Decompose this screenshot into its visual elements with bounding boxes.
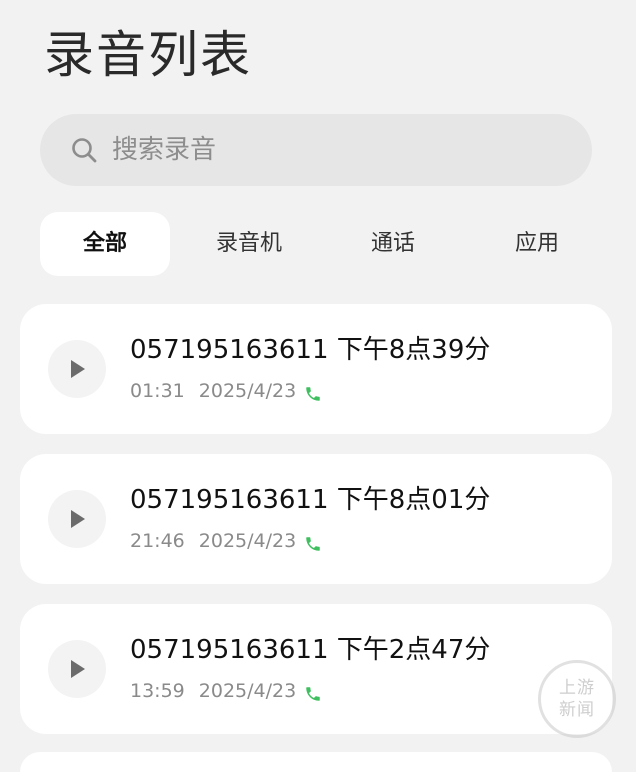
watermark-logo: 上游 新闻 xyxy=(538,660,616,738)
phone-icon xyxy=(304,682,322,701)
phone-icon xyxy=(304,532,322,551)
recording-duration: 13:59 xyxy=(130,680,185,702)
recording-date: 2025/4/23 xyxy=(198,530,297,552)
phone-icon xyxy=(304,382,322,401)
recording-card[interactable]: 057195163611 下午8点01分 21:46 2025/4/23 xyxy=(20,454,612,584)
tab-apps[interactable]: 应用 xyxy=(472,212,602,276)
search-icon xyxy=(70,136,98,164)
tab-bar: 全部 录音机 通话 应用 xyxy=(40,212,608,276)
play-icon xyxy=(71,510,85,528)
recording-duration: 01:31 xyxy=(130,380,185,402)
play-button[interactable] xyxy=(48,340,106,398)
tab-calls[interactable]: 通话 xyxy=(328,212,458,276)
tab-recorder[interactable]: 录音机 xyxy=(184,212,314,276)
recording-duration: 21:46 xyxy=(130,530,185,552)
recording-card[interactable]: 057195163611 下午8点39分 01:31 2025/4/23 xyxy=(20,304,612,434)
recording-card-partial[interactable] xyxy=(20,752,612,772)
play-button[interactable] xyxy=(48,640,106,698)
page-title: 录音列表 xyxy=(44,26,252,84)
recording-card[interactable]: 057195163611 下午2点47分 13:59 2025/4/23 xyxy=(20,604,612,734)
recording-title: 057195163611 下午8点39分 xyxy=(130,335,491,365)
play-button[interactable] xyxy=(48,490,106,548)
watermark-line-2: 新闻 xyxy=(559,700,595,720)
watermark-line-1: 上游 xyxy=(559,678,595,698)
recording-title: 057195163611 下午2点47分 xyxy=(130,635,491,665)
tab-all[interactable]: 全部 xyxy=(40,212,170,276)
play-icon xyxy=(71,660,85,678)
play-icon xyxy=(71,360,85,378)
search-bar[interactable] xyxy=(40,114,592,186)
recording-meta: 13:59 2025/4/23 xyxy=(130,676,322,706)
recording-title: 057195163611 下午8点01分 xyxy=(130,485,491,515)
search-input[interactable] xyxy=(112,135,512,165)
recording-date: 2025/4/23 xyxy=(198,680,297,702)
recording-meta: 01:31 2025/4/23 xyxy=(130,376,322,406)
recording-meta: 21:46 2025/4/23 xyxy=(130,526,322,556)
recording-date: 2025/4/23 xyxy=(198,380,297,402)
